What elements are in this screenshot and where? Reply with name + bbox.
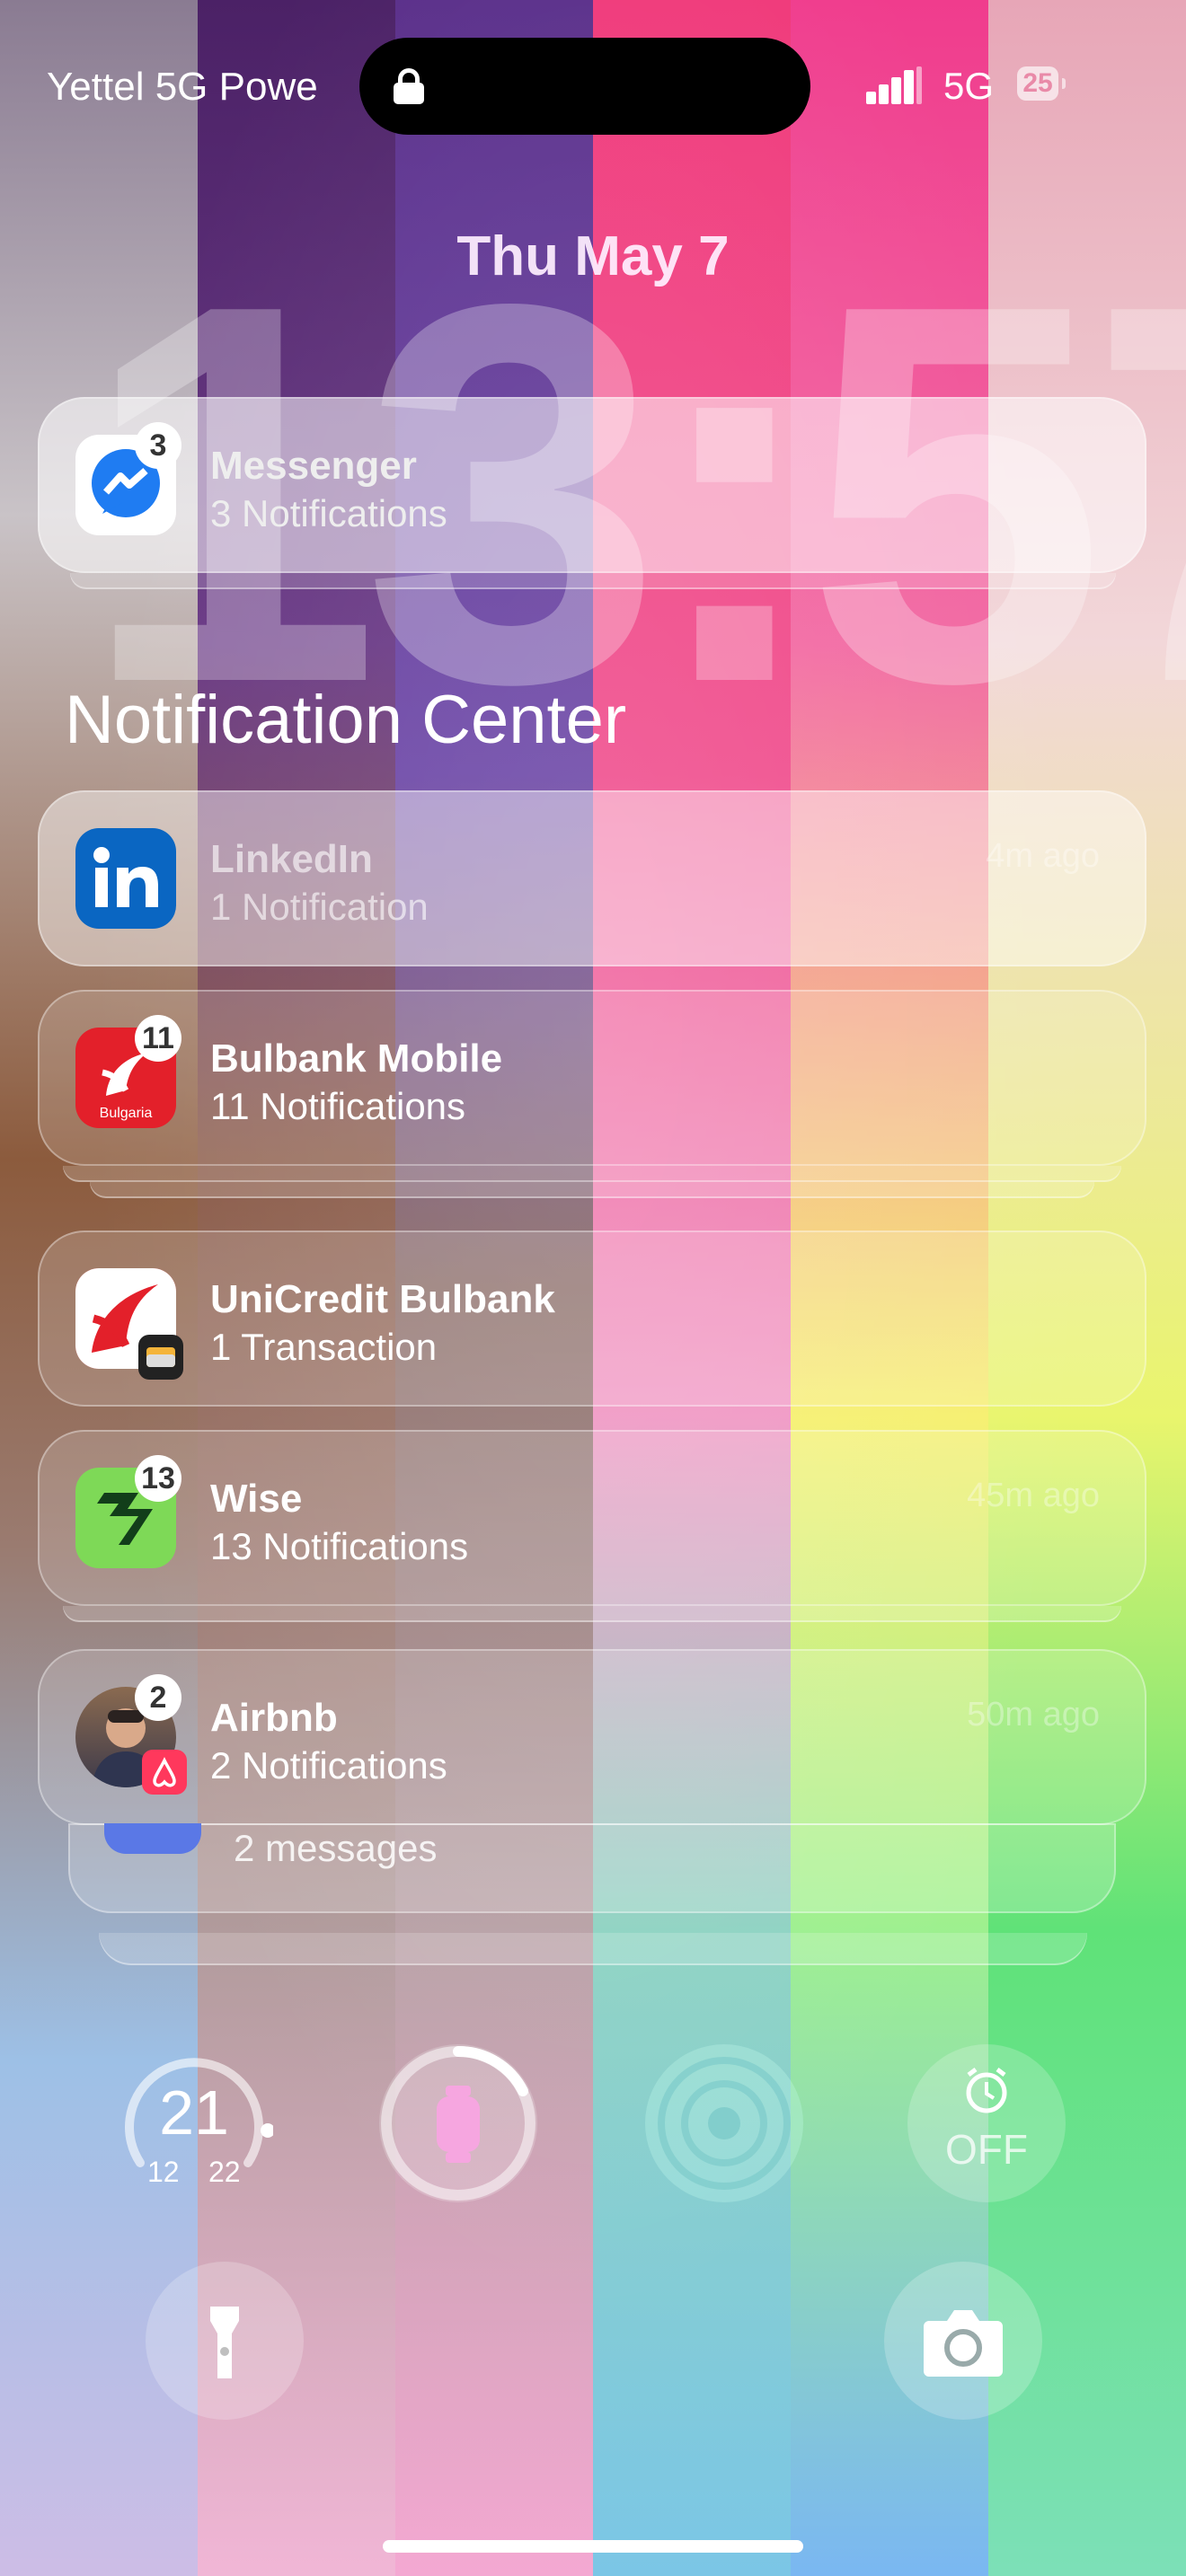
notification-time: 45m ago xyxy=(967,1477,1100,1514)
notification-app-name: LinkedIn xyxy=(210,837,373,881)
temperature-widget[interactable]: 21 12 22 xyxy=(115,2044,273,2202)
stack-edge xyxy=(63,1166,1121,1182)
notification-summary: 3 Notifications xyxy=(210,492,447,534)
notification-time: 4m ago xyxy=(986,837,1100,875)
focus-widget[interactable] xyxy=(645,2044,803,2202)
dynamic-island xyxy=(359,38,810,135)
carrier-label: Yettel 5G Powe xyxy=(47,65,318,109)
notification-count-badge: 2 xyxy=(135,1674,181,1721)
alarm-widget[interactable]: OFF xyxy=(907,2044,1066,2202)
high-temperature: 22 xyxy=(208,2156,241,2188)
stack-edge xyxy=(70,573,1116,589)
focus-target-icon xyxy=(658,2057,791,2190)
notification-app-name: Airbnb xyxy=(210,1696,338,1740)
watch-battery-widget[interactable] xyxy=(379,2044,537,2202)
network-type: 5G xyxy=(943,65,995,107)
stack-edge xyxy=(63,1606,1121,1622)
camera-button[interactable] xyxy=(884,2262,1042,2420)
notification-summary: 2 Notifications xyxy=(210,1744,447,1786)
alarm-clock-icon xyxy=(966,2068,1007,2113)
current-temperature: 21 xyxy=(159,2078,229,2148)
notification-count-badge: 3 xyxy=(135,422,181,469)
low-temperature: 12 xyxy=(147,2156,180,2188)
stack-edge xyxy=(99,1933,1087,1965)
notification-app-name: Bulbank Mobile xyxy=(210,1037,503,1081)
notification-app-name: Messenger xyxy=(210,444,417,488)
notification-time: 50m ago xyxy=(967,1696,1100,1734)
wallet-icon xyxy=(138,1335,183,1380)
home-indicator[interactable] xyxy=(383,2540,803,2553)
messages-icon xyxy=(104,1823,201,1854)
svg-text:Bulgaria: Bulgaria xyxy=(100,1106,153,1121)
notification-summary: 1 Transaction xyxy=(210,1326,438,1368)
signal-icon xyxy=(866,66,925,104)
watch-icon xyxy=(437,2096,480,2152)
notification-summary: 1 Notification xyxy=(210,886,429,928)
notification-center-title: Notification Center xyxy=(65,682,627,758)
notification-wise[interactable]: 13 Wise 13 Notifications 45m ago xyxy=(38,1430,1146,1606)
notification-app-name: Wise xyxy=(210,1477,303,1521)
notification-linkedin[interactable]: LinkedIn 1 Notification 4m ago xyxy=(38,790,1146,966)
notification-count-badge: 13 xyxy=(135,1455,181,1502)
notification-summary: 13 Notifications xyxy=(210,1525,469,1567)
notification-app-name: UniCredit Bulbank xyxy=(210,1277,555,1321)
flashlight-button[interactable] xyxy=(146,2262,304,2420)
notification-summary: 11 Notifications xyxy=(210,1085,466,1127)
alarm-state: OFF xyxy=(945,2126,1028,2173)
notification-messenger[interactable]: 3 Messenger 3 Notifications xyxy=(38,397,1146,573)
airbnb-icon xyxy=(142,1750,187,1795)
linkedin-icon xyxy=(75,828,176,929)
notification-airbnb[interactable]: 2 Airbnb 2 Notifications 50m ago xyxy=(38,1649,1146,1825)
notification-summary: 2 messages xyxy=(234,1827,438,1869)
flashlight-icon xyxy=(210,2307,239,2378)
notification-unicredit[interactable]: UniCredit Bulbank 1 Transaction xyxy=(38,1231,1146,1407)
notification-count-badge: 11 xyxy=(135,1015,181,1062)
stack-edge xyxy=(90,1182,1094,1198)
battery-icon: 25 xyxy=(1017,66,1066,101)
notification-bulbank-mobile[interactable]: Bulgaria 11 Bulbank Mobile 11 Notificati… xyxy=(38,990,1146,1166)
camera-icon xyxy=(924,2310,1003,2377)
notification-stacked[interactable]: 2 messages xyxy=(68,1823,1116,1913)
lock-icon xyxy=(394,68,424,104)
